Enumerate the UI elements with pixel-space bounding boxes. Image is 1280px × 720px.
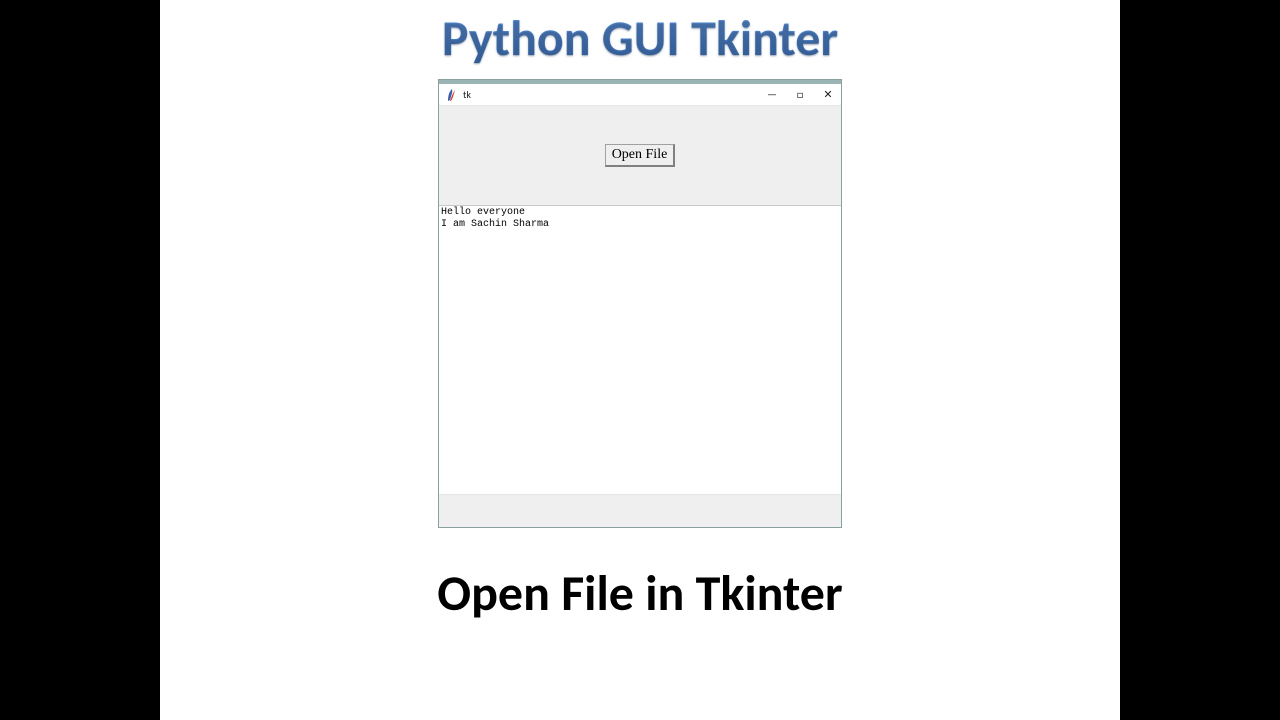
close-button[interactable]: ✕ (821, 88, 835, 101)
top-panel: Open File (439, 106, 841, 206)
window-controls: — □ ✕ (765, 88, 835, 101)
page-title: Python GUI Tkinter (442, 8, 838, 69)
open-file-button[interactable]: Open File (605, 144, 676, 167)
minimize-button[interactable]: — (765, 88, 779, 101)
content-area: Python GUI Tkinter tk — □ ✕ Open File He… (160, 0, 1120, 720)
maximize-button[interactable]: □ (793, 88, 807, 101)
window-title: tk (463, 88, 471, 101)
bottom-panel (439, 494, 841, 527)
tkinter-window: tk — □ ✕ Open File Hello everyone I am S… (438, 79, 842, 528)
tk-feather-icon (445, 88, 457, 102)
page-subtitle: Open File in Tkinter (437, 563, 842, 624)
window-titlebar[interactable]: tk — □ ✕ (439, 84, 841, 106)
text-output-area[interactable]: Hello everyone I am Sachin Sharma (439, 206, 841, 494)
right-black-bar (1120, 0, 1280, 720)
left-black-bar (0, 0, 160, 720)
